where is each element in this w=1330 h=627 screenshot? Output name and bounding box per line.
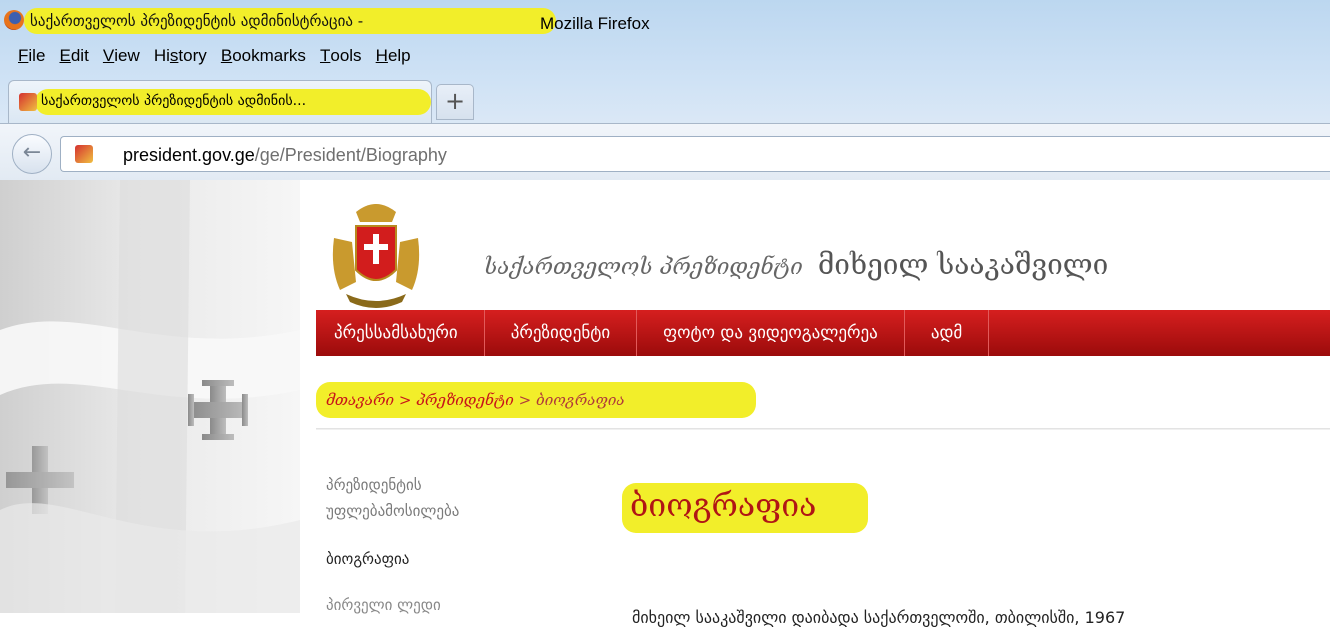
window-title-text: საქართველოს პრეზიდენტის ადმინისტრაცია — [30, 12, 353, 30]
sidebar-item-powers[interactable]: პრეზიდენტის უფლებამოსილება — [326, 472, 546, 524]
site-title-role: საქართველოს პრეზიდენტი — [484, 255, 803, 280]
menu-bar: File Edit View History Bookmarks Tools H… — [0, 46, 411, 72]
window-title: საქართველოს პრეზიდენტის ადმინისტრაცია - — [30, 12, 363, 30]
nav-president[interactable]: პრეზიდენტი — [485, 310, 638, 356]
biography-text: მიხეილ სააკაშვილი დაიბადა საქართველოში, … — [632, 608, 1126, 627]
georgian-cross-graphic — [0, 180, 300, 613]
page-title: ბიოგრაფია — [630, 486, 817, 524]
web-page: საქართველოს პრეზიდენტი მიხეილ სააკაშვილი… — [0, 180, 1330, 627]
breadcrumb: მთავარი > პრეზიდენტი > ბიოგრაფია — [326, 391, 625, 409]
site-title-name: მიხეილ სააკაშვილი — [817, 248, 1109, 281]
menu-help-rest: elp — [387, 46, 411, 65]
breadcrumb-separator-2: > — [518, 391, 532, 409]
url-path: /ge/President/Biography — [254, 145, 447, 165]
menu-view-rest: iew — [114, 46, 140, 65]
url-favicon-icon — [75, 145, 93, 163]
menu-bookmarks-accesskey: B — [220, 46, 233, 65]
menu-history-rest: tory — [178, 46, 207, 65]
menu-bookmarks[interactable]: Bookmarks — [221, 46, 306, 66]
active-tab[interactable]: საქართველოს პრეზიდენტის ადმინის... — [8, 80, 432, 123]
main-navigation: პრესსამსახური პრეზიდენტი ფოტო და ვიდეოგალე… — [316, 310, 1330, 356]
nav-photo-video-gallery[interactable]: ფოტო და ვიდეოგალერეა — [637, 310, 905, 356]
navigation-bar: ← president.gov.ge/ge/President/Biograph… — [0, 123, 1330, 181]
sidebar-item-biography[interactable]: ბიოგრაფია — [326, 546, 546, 572]
menu-view-accesskey: V — [102, 46, 115, 65]
sidebar-item-first-lady[interactable]: პირველი ლედი — [326, 592, 546, 618]
new-tab-button[interactable]: + — [436, 84, 474, 120]
menu-help-accesskey: H — [375, 46, 388, 65]
content-pane: საქართველოს პრეზიდენტი მიხეილ სააკაშვილი… — [300, 180, 1330, 627]
browser-chrome: საქართველოს პრეზიდენტის ადმინისტრაცია - … — [0, 0, 1330, 181]
breadcrumb-president[interactable]: პრეზიდენტი — [416, 391, 514, 409]
menu-edit-rest: dit — [70, 46, 89, 65]
menu-tools[interactable]: Tools — [320, 46, 362, 66]
menu-tools-accesskey: T — [319, 46, 331, 65]
nav-press-service[interactable]: პრესსამსახური — [316, 310, 485, 356]
title-separator: - — [357, 12, 364, 30]
menu-history-pre: Hi — [153, 46, 170, 65]
breadcrumb-current: ბიოგრაფია — [536, 391, 625, 409]
menu-history[interactable]: History — [154, 46, 207, 66]
coat-of-arms-logo[interactable] — [326, 198, 426, 314]
menu-file[interactable]: File — [18, 46, 45, 66]
menu-bookmarks-rest: ookmarks — [232, 46, 306, 65]
breadcrumb-home[interactable]: მთავარი — [326, 391, 394, 409]
menu-edit[interactable]: Edit — [60, 46, 89, 66]
menu-view[interactable]: View — [103, 46, 140, 66]
divider — [316, 428, 1330, 430]
nav-administration[interactable]: ადმ — [905, 310, 990, 356]
site-title: საქართველოს პრეზიდენტი მიხეილ სააკაშვილი — [484, 248, 1108, 281]
menu-file-rest: ile — [28, 46, 46, 65]
menu-help[interactable]: Help — [376, 46, 411, 66]
flag-background — [0, 180, 300, 613]
url-host: president.gov.ge — [123, 145, 255, 165]
menu-history-accesskey: s — [169, 46, 179, 65]
menu-edit-accesskey: E — [59, 46, 71, 65]
menu-tools-rest: ools — [330, 46, 362, 65]
sidebar-menu: პრეზიდენტის უფლებამოსილება ბიოგრაფია პირ… — [326, 472, 546, 618]
breadcrumb-separator: > — [398, 391, 412, 409]
url-text: president.gov.ge/ge/President/Biography — [123, 145, 447, 166]
site-favicon-icon — [19, 93, 37, 111]
app-name: Mozilla Firefox — [540, 14, 650, 33]
url-bar[interactable]: president.gov.ge/ge/President/Biography — [60, 136, 1330, 172]
tab-title: საქართველოს პრეზიდენტის ადმინის... — [41, 93, 307, 109]
back-arrow-icon[interactable]: ← — [12, 134, 52, 174]
sidebar-item-powers-line1: პრეზიდენტის — [326, 476, 422, 494]
firefox-logo-icon — [4, 10, 24, 30]
title-bar: საქართველოს პრეზიდენტის ადმინისტრაცია - … — [0, 0, 1330, 40]
sidebar-item-powers-line2: უფლებამოსილება — [326, 502, 460, 520]
menu-file-accesskey: F — [18, 46, 29, 65]
